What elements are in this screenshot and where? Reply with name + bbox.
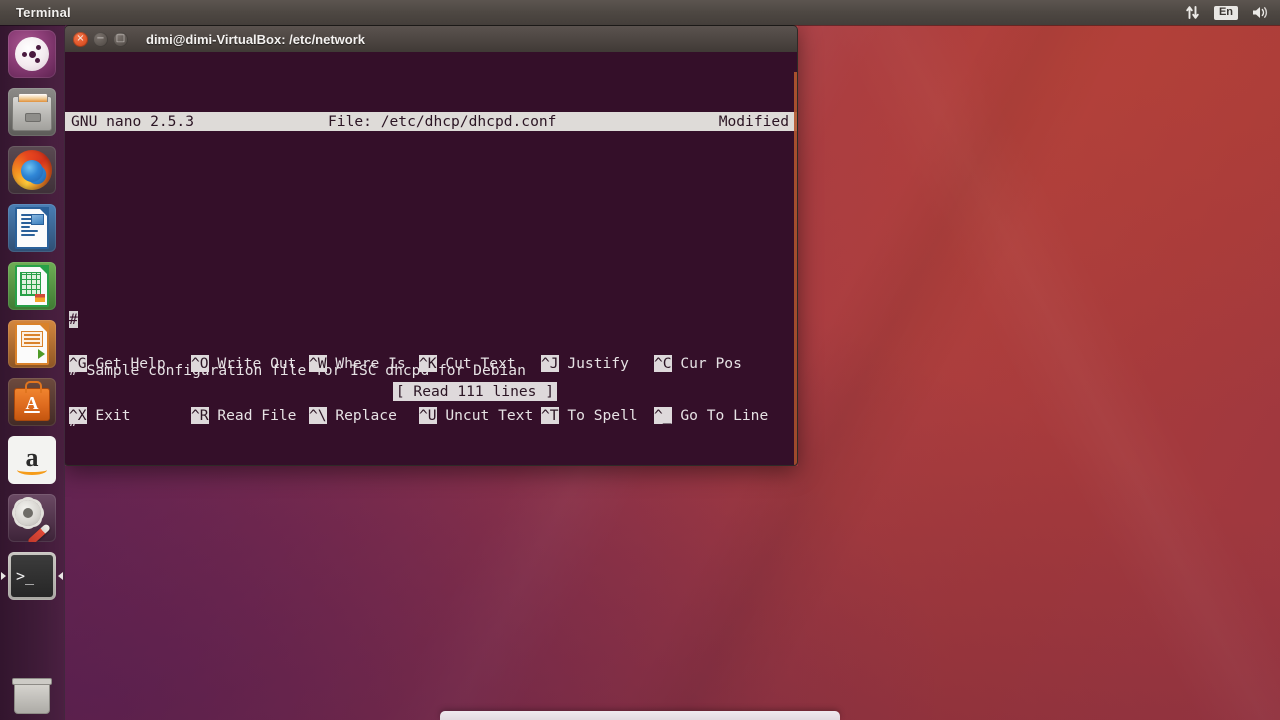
nano-editor[interactable]: GNU nano 2.5.3 File: /etc/dhcp/dhcpd.con… <box>65 52 797 465</box>
ubuntu-logo-icon <box>15 37 49 71</box>
launcher-item-libreoffice-impress[interactable] <box>0 315 64 373</box>
shortcut-label: Read File <box>208 406 297 424</box>
shortcut-cut-text[interactable]: ^K Cut Text <box>419 354 541 372</box>
shortcut-go-to-line[interactable]: ^_ Go To Line <box>654 406 769 425</box>
launcher-item-ubuntu-dash[interactable] <box>0 25 64 83</box>
ubuntu-dash-icon <box>8 30 56 78</box>
shortcut-label: Uncut Text <box>436 406 534 424</box>
shortcut-label: Write Out <box>208 354 297 372</box>
ubuntu-software-icon: A <box>8 378 56 426</box>
shortcut-key: ^K <box>419 354 437 372</box>
nano-shortcut-row-1: ^G Get Help ^O Write Out ^W Where Is ^K … <box>65 354 797 372</box>
window-title: dimi@dimi-VirtualBox: /etc/network <box>146 31 366 47</box>
terminal-window[interactable]: × − □ dimi@dimi-VirtualBox: /etc/network… <box>64 25 798 466</box>
shortcut-key: ^U <box>419 406 437 425</box>
shortcut-key: ^W <box>309 354 327 372</box>
launcher-item-libreoffice-calc[interactable] <box>0 257 64 315</box>
shortcut-key: ^X <box>69 406 87 425</box>
shortcut-get-help[interactable]: ^G Get Help <box>69 354 191 372</box>
shortcut-where-is[interactable]: ^W Where Is <box>309 354 419 372</box>
shortcut-label: Where Is <box>326 354 406 372</box>
shortcut-key: ^R <box>191 406 209 425</box>
shortcut-key: ^O <box>191 354 209 372</box>
nano-shortcut-row-2: ^X Exit ^R Read File ^\ Replace ^U Uncut… <box>65 406 797 425</box>
launcher-item-firefox[interactable] <box>0 141 64 199</box>
nano-shortcut-bar: ^G Get Help ^O Write Out ^W Where Is ^K … <box>65 320 797 459</box>
libreoffice-writer-icon <box>8 204 56 252</box>
terminal-right-edge <box>794 72 797 465</box>
shortcut-label: Justify <box>558 354 629 372</box>
nano-version-label: GNU nano 2.5.3 <box>71 113 195 131</box>
panel-indicators: En <box>1185 5 1280 20</box>
nano-titlebar: GNU nano 2.5.3 File: /etc/dhcp/dhcpd.con… <box>65 112 797 132</box>
panel-app-title[interactable]: Terminal <box>16 5 71 20</box>
shortcut-label: Go To Line <box>671 406 769 424</box>
window-minimize-button[interactable]: − <box>93 31 108 47</box>
system-settings-icon <box>8 494 56 542</box>
launcher-item-amazon[interactable]: a <box>0 431 64 489</box>
shortcut-label: Cut Text <box>436 354 516 372</box>
shortcut-key: ^G <box>69 354 87 372</box>
window-maximize-button[interactable]: □ <box>113 31 128 47</box>
terminal-prompt-glyph: >_ <box>11 555 53 597</box>
amazon-icon: a <box>8 436 56 484</box>
volume-icon[interactable] <box>1252 5 1270 20</box>
code-line: # Attention: If /etc/ltsp/dhcpd.conf exi… <box>69 465 797 466</box>
network-up-down-icon[interactable] <box>1185 5 1200 20</box>
terminal-icon: >_ <box>8 552 56 600</box>
shortcut-replace[interactable]: ^\ Replace <box>309 406 419 425</box>
running-indicator-left <box>1 572 6 580</box>
shortcut-to-spell[interactable]: ^T To Spell <box>541 406 654 425</box>
trash-icon <box>12 678 52 714</box>
shortcut-justify[interactable]: ^J Justify <box>541 354 654 372</box>
shortcut-label: Exit <box>86 406 131 424</box>
window-close-button[interactable]: × <box>73 31 88 47</box>
background-window-edge[interactable] <box>440 711 840 720</box>
shortcut-key: ^C <box>654 354 672 372</box>
launcher-item-terminal[interactable]: >_ <box>0 547 64 605</box>
libreoffice-calc-icon <box>8 262 56 310</box>
window-titlebar[interactable]: × − □ dimi@dimi-VirtualBox: /etc/network <box>64 25 798 52</box>
shortcut-cur-pos[interactable]: ^C Cur Pos <box>654 354 742 372</box>
firefox-icon <box>8 146 56 194</box>
launcher-item-system-settings[interactable] <box>0 489 64 547</box>
shortcut-exit[interactable]: ^X Exit <box>69 406 191 425</box>
shortcut-label: Get Help <box>86 354 166 372</box>
shortcut-label: To Spell <box>558 406 638 424</box>
shortcut-key: ^_ <box>654 406 672 425</box>
nano-modified-label: Modified <box>718 113 789 131</box>
unity-launcher: A a >_ <box>0 25 65 720</box>
shortcut-label: Replace <box>326 406 397 424</box>
shortcut-key: ^\ <box>309 406 327 425</box>
keyboard-layout-indicator[interactable]: En <box>1213 5 1238 20</box>
terminal-body[interactable]: GNU nano 2.5.3 File: /etc/dhcp/dhcpd.con… <box>64 52 798 466</box>
top-panel[interactable]: Terminal En <box>0 0 1280 25</box>
shortcut-uncut-text[interactable]: ^U Uncut Text <box>419 406 541 425</box>
launcher-item-files[interactable] <box>0 83 64 141</box>
desktop-screen: Terminal En A a >_ × − □ dimi@dimi-Virtu… <box>0 0 1280 720</box>
shortcut-read-file[interactable]: ^R Read File <box>191 406 309 425</box>
focused-indicator-right <box>58 572 63 580</box>
shortcut-key: ^T <box>541 406 559 425</box>
launcher-item-ubuntu-software[interactable]: A <box>0 373 64 431</box>
libreoffice-impress-icon <box>8 320 56 368</box>
shortcut-write-out[interactable]: ^O Write Out <box>191 354 309 372</box>
files-icon <box>8 88 56 136</box>
shortcut-label: Cur Pos <box>671 354 742 372</box>
nano-filename-label: File: /etc/dhcp/dhcpd.conf <box>328 113 557 131</box>
launcher-item-trash[interactable] <box>0 678 64 714</box>
launcher-item-libreoffice-writer[interactable] <box>0 199 64 257</box>
shortcut-key: ^J <box>541 354 559 372</box>
